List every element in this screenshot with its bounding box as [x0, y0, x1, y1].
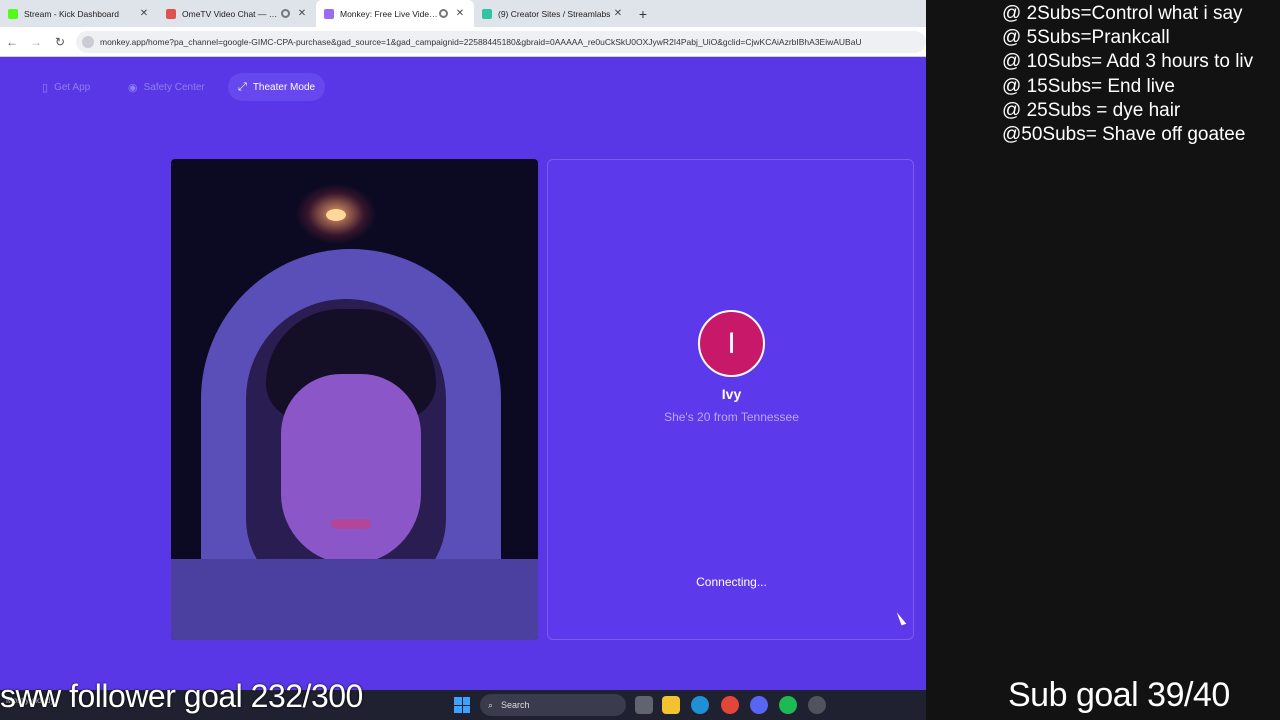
obs-icon[interactable] [808, 696, 826, 714]
face [281, 374, 421, 564]
tab-monkey[interactable]: Monkey: Free Live Video Ch ✕ [316, 0, 474, 27]
kick-icon [8, 8, 18, 19]
lips [331, 519, 371, 529]
site-info-icon[interactable] [82, 35, 94, 48]
goal-line: @ 2Subs=Control what i say [1002, 3, 1243, 24]
get-app-button[interactable]: ▯ Get App [32, 73, 100, 101]
sub-goals-list: @ 2Subs=Control what i say @ 5Subs=Prank… [1002, 2, 1253, 147]
shield-icon: ◉ [128, 81, 138, 94]
ometv-icon [166, 8, 176, 19]
edge-icon[interactable] [691, 696, 709, 714]
taskbar-search[interactable]: ⌕ Search [480, 694, 626, 716]
match-description: She's 20 from Tennessee [664, 410, 799, 424]
close-icon[interactable]: ✕ [296, 8, 308, 19]
goal-line: @ 10Subs= Add 3 hours to liv [1002, 51, 1254, 73]
forward-arrow-icon[interactable]: → [24, 35, 48, 49]
browser-window: Stream - Kick Dashboard ✕ OmeTV Video Ch… [0, 0, 926, 720]
chrome-icon[interactable] [721, 696, 739, 714]
file-explorer-icon[interactable] [662, 696, 680, 714]
close-icon[interactable]: ✕ [454, 8, 466, 19]
search-label: Search [501, 700, 530, 710]
tab-streamlabs[interactable]: (9) Creator Sites / Streamlabs ✕ [474, 0, 632, 27]
tab-kick-dashboard[interactable]: Stream - Kick Dashboard ✕ [0, 0, 158, 27]
close-icon[interactable]: ✕ [612, 8, 624, 19]
get-app-label: Get App [54, 81, 91, 93]
phone-icon: ▯ [42, 81, 49, 94]
recording-icon [281, 9, 290, 18]
tab-title: (9) Creator Sites / Streamlabs [498, 8, 611, 19]
spotify-icon[interactable] [779, 696, 797, 714]
tab-title: Monkey: Free Live Video Ch [340, 8, 439, 19]
url-text: monkey.app/home?pa_channel=google-GIMC-C… [100, 36, 862, 47]
monkey-icon [324, 8, 334, 19]
monkey-page: ▯ Get App ◉ Safety Center ⤢ Theater Mode [0, 57, 926, 690]
lamp-light [326, 209, 346, 221]
search-icon: ⌕ [488, 699, 494, 710]
follower-goal-overlay: sww follower goal 232/300 [0, 678, 363, 714]
tab-bar: Stream - Kick Dashboard ✕ OmeTV Video Ch… [0, 0, 926, 27]
discord-icon[interactable] [750, 696, 768, 714]
avatar: I [698, 310, 765, 377]
safety-center-label: Safety Center [143, 81, 205, 93]
back-arrow-icon[interactable]: ← [0, 35, 24, 49]
match-name: Ivy [721, 386, 742, 402]
hoodie-body [171, 559, 538, 640]
windows-start-icon[interactable] [454, 697, 470, 713]
task-view-icon[interactable] [635, 696, 653, 714]
safety-center-button[interactable]: ◉ Safety Center [118, 73, 215, 101]
reload-icon[interactable]: ↻ [48, 35, 72, 49]
goal-line: @ 25Subs = dye hair [1002, 99, 1181, 121]
expand-icon: ⤢ [238, 80, 247, 93]
tab-title: OmeTV Video Chat — Ome [182, 8, 281, 19]
tab-ometv[interactable]: OmeTV Video Chat — Ome ✕ [158, 0, 316, 27]
sub-goal-counter: Sub goal 39/40 [1008, 676, 1230, 714]
connection-status: Connecting... [696, 575, 767, 589]
url-input[interactable]: monkey.app/home?pa_channel=google-GIMC-C… [76, 30, 926, 53]
goal-line: @ 15Subs= End live [1002, 75, 1175, 97]
goal-line: @50Subs= Shave off goatee [1002, 124, 1246, 146]
match-panel: I Ivy She's 20 from Tennessee Connecting… [547, 159, 914, 640]
recording-icon [439, 9, 448, 18]
goal-line: @ 5Subs=Prankcall [1002, 27, 1170, 49]
screen: Stream - Kick Dashboard ✕ OmeTV Video Ch… [0, 0, 1280, 720]
theater-mode-label: Theater Mode [252, 81, 316, 93]
stream-overlay-panel: @ 2Subs=Control what i say @ 5Subs=Prank… [926, 0, 1280, 720]
self-camera-feed [171, 159, 538, 640]
new-tab-plus-icon[interactable]: + [632, 6, 654, 22]
theater-mode-button[interactable]: ⤢ Theater Mode [228, 73, 326, 101]
address-bar: ← → ↻ monkey.app/home?pa_channel=google-… [0, 27, 926, 57]
close-icon[interactable]: ✕ [138, 8, 150, 19]
streamlabs-icon [482, 8, 492, 19]
tab-title: Stream - Kick Dashboard [24, 8, 119, 19]
